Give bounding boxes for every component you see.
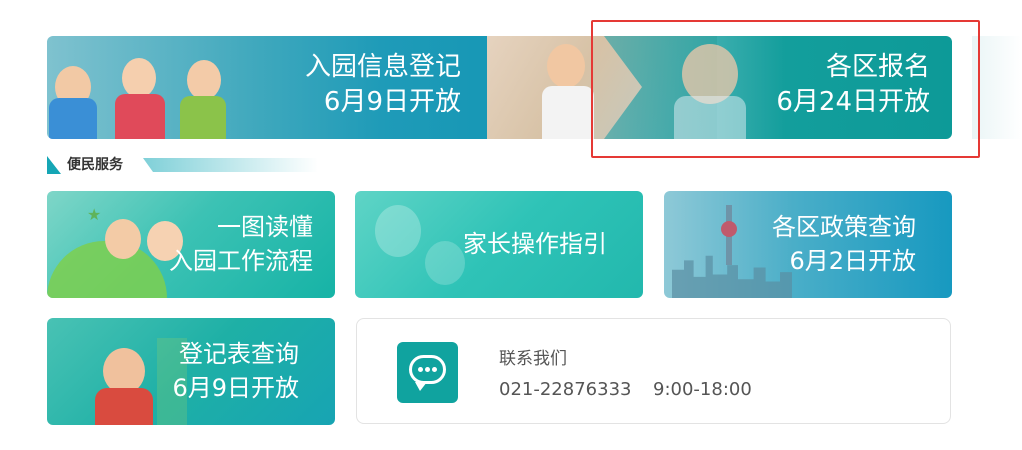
contact-hours: 9:00-18:00 bbox=[653, 379, 752, 400]
section-divider bbox=[143, 158, 318, 172]
contact-title: 联系我们 bbox=[499, 349, 567, 369]
tile-district-policy-label: 各区政策查询 6月2日开放 bbox=[772, 213, 916, 275]
banner-left-title: 入园信息登记 6月9日开放 bbox=[304, 52, 461, 117]
contact-phone[interactable]: 021-22876333 bbox=[499, 379, 631, 400]
tile-district-policy[interactable]: 各区政策查询 6月2日开放 bbox=[664, 191, 952, 298]
tile-form-lookup[interactable]: 登记表查询 6月9日开放 bbox=[47, 318, 335, 425]
tile-enrollment-process[interactable]: ★ 一图读懂 入园工作流程 bbox=[47, 191, 335, 298]
tile-parent-guide[interactable]: 家长操作指引 bbox=[355, 191, 643, 298]
contact-card: 联系我们 021-22876333 9:00-18:00 bbox=[356, 318, 951, 424]
highlight-frame bbox=[591, 20, 980, 158]
chat-bubble-icon[interactable] bbox=[397, 342, 458, 403]
section-header: 便民服务 bbox=[47, 156, 318, 174]
tile-form-lookup-label: 登记表查询 6月9日开放 bbox=[172, 340, 299, 402]
star-icon: ★ bbox=[87, 205, 102, 224]
parent-child-photo-icon bbox=[375, 205, 421, 257]
section-title: 便民服务 bbox=[67, 157, 123, 173]
tile-enrollment-process-label: 一图读懂 入园工作流程 bbox=[169, 213, 313, 275]
tile-parent-guide-label: 家长操作指引 bbox=[463, 230, 607, 258]
section-marker-icon bbox=[47, 156, 61, 174]
child-photo-icon bbox=[105, 219, 141, 259]
